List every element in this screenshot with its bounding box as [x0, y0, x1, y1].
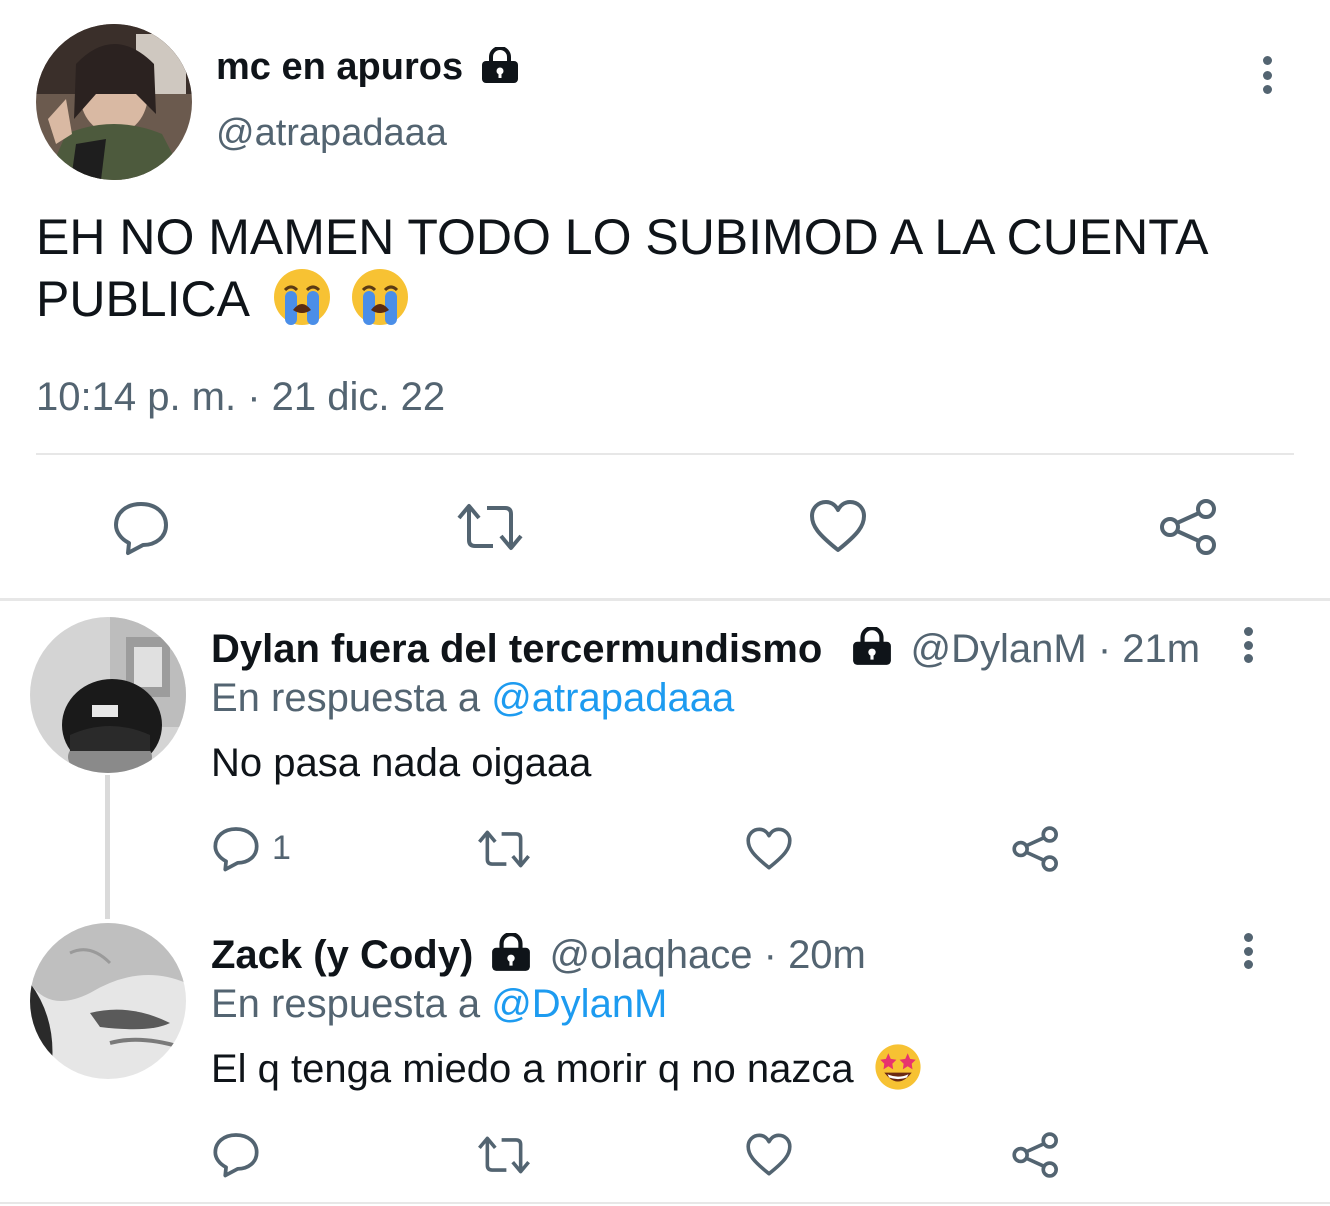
loudly-crying-face-emoji — [274, 268, 331, 325]
main-avatar[interactable] — [36, 24, 192, 180]
reply-avatar[interactable] — [30, 923, 186, 1079]
more-options-icon[interactable] — [1242, 627, 1254, 663]
reply-handle-time[interactable]: @DylanM · 21m — [911, 627, 1201, 671]
retweet-button[interactable] — [455, 498, 525, 556]
in-reply-to: En respuesta a @DylanM — [211, 981, 667, 1027]
reply-header: Zack (y Cody) @olaqhace · 20m — [211, 932, 866, 978]
like-button[interactable] — [745, 826, 793, 871]
more-options-icon[interactable] — [1261, 56, 1273, 94]
reply-avatar[interactable] — [30, 617, 186, 773]
in-reply-to: En respuesta a @atrapadaaa — [211, 675, 734, 721]
like-button[interactable] — [745, 1132, 793, 1177]
thread-line — [105, 775, 110, 919]
heart-icon — [746, 1133, 792, 1176]
reply-header: Dylan fuera del tercermundismo @DylanM ·… — [211, 626, 1200, 672]
reply-text: El q tenga miedo a morir q no nazca — [211, 1044, 923, 1092]
share-button[interactable] — [1158, 496, 1220, 558]
reply-icon — [213, 827, 259, 872]
heart-icon — [746, 827, 792, 870]
retweet-button[interactable] — [476, 1132, 532, 1178]
in-reply-to-link[interactable]: @atrapadaaa — [491, 676, 734, 720]
in-reply-to-label: En respuesta a — [211, 982, 481, 1026]
main-tweet-text: EH NO MAMEN TODO LO SUBIMOD A LA CUENTA … — [36, 206, 1208, 330]
divider — [36, 453, 1294, 455]
reply-button[interactable] — [212, 1130, 260, 1178]
like-button[interactable] — [808, 498, 868, 554]
share-button[interactable] — [1011, 824, 1061, 874]
retweet-icon — [457, 504, 523, 550]
lock-icon — [853, 627, 892, 666]
main-tweet-text-line1: EH NO MAMEN TODO LO SUBIMOD A LA CUENTA — [36, 209, 1209, 265]
reply-icon — [114, 502, 168, 555]
main-display-name[interactable]: mc en apuros — [216, 44, 520, 90]
main-timestamp[interactable]: 10:14 p. m. · 21 dic. 22 — [36, 374, 445, 420]
reply-button[interactable]: 1 — [212, 824, 291, 872]
in-reply-to-link[interactable]: @DylanM — [491, 982, 667, 1026]
reply-icon — [213, 1133, 259, 1178]
reply-display-name[interactable]: Dylan fuera del tercermundismo — [211, 627, 822, 671]
more-options-icon[interactable] — [1242, 933, 1254, 969]
bottom-divider — [0, 1202, 1330, 1204]
share-icon — [1160, 499, 1216, 555]
reply-display-name[interactable]: Zack (y Cody) — [211, 933, 473, 977]
lock-icon — [492, 933, 531, 972]
retweet-icon — [478, 1136, 530, 1174]
retweet-icon — [478, 830, 530, 868]
reply-button[interactable] — [112, 498, 170, 556]
share-icon — [1012, 826, 1058, 872]
main-display-name-text: mc en apuros — [216, 46, 464, 88]
lock-icon — [481, 46, 518, 83]
heart-icon — [810, 500, 866, 552]
reply-text: No pasa nada oigaaa — [211, 741, 592, 785]
share-button[interactable] — [1011, 1130, 1061, 1180]
loudly-crying-face-emoji — [352, 268, 409, 325]
section-divider — [0, 598, 1330, 601]
reply-count: 1 — [272, 828, 291, 867]
main-handle[interactable]: @atrapadaaa — [216, 110, 447, 156]
retweet-button[interactable] — [476, 826, 532, 872]
main-tweet-text-line2: PUBLICA — [36, 268, 1208, 330]
in-reply-to-label: En respuesta a — [211, 676, 481, 720]
reply-handle-time[interactable]: @olaqhace · 20m — [550, 933, 866, 977]
star-struck-emoji — [875, 1044, 921, 1091]
share-icon — [1012, 1132, 1058, 1178]
